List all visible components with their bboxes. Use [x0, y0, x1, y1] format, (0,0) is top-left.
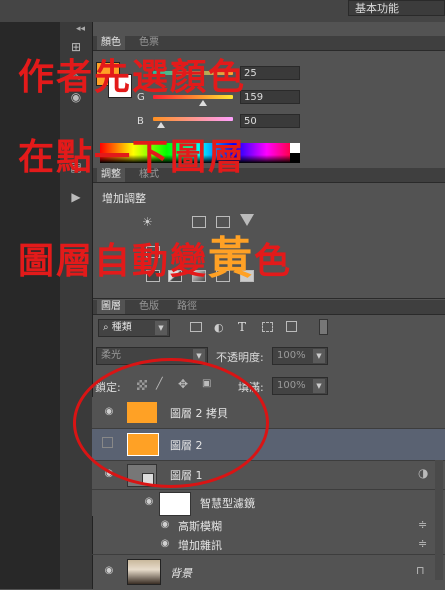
actions-icon[interactable]: ▶ [67, 190, 85, 204]
layer-name[interactable]: 背景 [170, 565, 192, 581]
add-adjustment-heading: 增加調整 [102, 192, 146, 205]
blue-value-field[interactable]: 50 [240, 114, 300, 128]
blue-slider[interactable] [153, 117, 233, 121]
collapse-arrows-icon[interactable]: ◂◂ [76, 24, 85, 34]
annotation-line-1: 作者先選顏色 [18, 57, 247, 98]
green-value-field[interactable]: 159 [240, 90, 300, 104]
layer-filter-dropdown[interactable]: ⌕ 種類 ▼ [98, 319, 170, 337]
fill-field[interactable]: 100% ▼ [272, 377, 328, 395]
fill-value: 100% [277, 380, 306, 391]
filter-toggle[interactable] [319, 319, 328, 335]
layers-tabbar: 圖層 色版 路徑 [93, 300, 445, 315]
highlight-circle [73, 358, 269, 488]
spectrum-white[interactable] [290, 143, 300, 153]
filter-mask-thumbnail[interactable] [159, 492, 191, 516]
red-value-field[interactable]: 25 [240, 66, 300, 80]
layer-row-background[interactable]: ◉ 背景 ⊓ [92, 555, 445, 589]
eye-icon[interactable]: ◉ [142, 496, 156, 507]
annotation-line-2: 在點一下圖層 [18, 137, 247, 178]
opacity-field[interactable]: 100% ▼ [272, 347, 328, 365]
background-thumbnail [127, 559, 161, 585]
green-slider-thumb[interactable] [199, 100, 207, 106]
filter-options-icon[interactable]: ≑ [418, 518, 427, 531]
chevron-down-icon: ▼ [313, 379, 325, 393]
tab-layers[interactable]: 圖層 [97, 300, 125, 314]
opacity-label: 不透明度: [216, 351, 264, 364]
layers-scrollbar[interactable] [435, 460, 443, 580]
annotation-line-3: 圖層自動變黃色 [18, 222, 292, 286]
collapsed-dock [60, 22, 93, 589]
smart-filters-row[interactable]: ◉ 智慧型濾鏡 [92, 490, 445, 516]
filter-options-icon[interactable]: ≑ [418, 537, 427, 550]
tab-channels[interactable]: 色版 [135, 300, 163, 314]
filter-kind-value: 種類 [111, 322, 132, 333]
smart-filter-indicator-icon[interactable]: ◑ [418, 466, 428, 480]
eye-icon[interactable]: ◉ [158, 519, 172, 530]
canvas-area [0, 22, 60, 589]
spectrum-black[interactable] [290, 153, 300, 163]
eye-icon[interactable]: ◉ [102, 565, 116, 576]
filter-name[interactable]: 增加雜訊 [178, 537, 222, 553]
eye-icon[interactable]: ◉ [158, 538, 172, 549]
blend-mode-value: 柔光 [101, 350, 121, 361]
filter-pixel-icon[interactable] [190, 322, 202, 332]
filter-adjust-icon[interactable]: ◐ [214, 321, 224, 334]
annotation-line-3-a: 圖層自動變 [18, 241, 209, 282]
channel-b-label: B [137, 116, 144, 127]
annotation-line-3-c: 色 [254, 241, 293, 282]
opacity-value: 100% [277, 350, 306, 361]
filter-shape-icon[interactable] [262, 322, 273, 332]
filter-search-icon: ⌕ [103, 322, 112, 333]
workspace-switcher[interactable]: 基本功能 [348, 0, 445, 16]
filter-row[interactable]: ◉ 高斯模糊 ≑ [92, 516, 445, 535]
lock-icon: ⊓ [416, 564, 425, 577]
filter-smart-icon[interactable] [286, 321, 297, 332]
annotation-highlight-yellow: 黃 [208, 233, 255, 284]
filter-name[interactable]: 高斯模糊 [178, 518, 222, 534]
smart-filter-label: 智慧型濾鏡 [200, 497, 255, 510]
filter-type-icon[interactable]: T [238, 320, 246, 334]
filter-row[interactable]: ◉ 增加雜訊 ≑ [92, 535, 445, 555]
chevron-down-icon: ▼ [313, 349, 325, 363]
chevron-down-icon: ▼ [155, 321, 167, 335]
tab-paths[interactable]: 路徑 [173, 300, 201, 314]
